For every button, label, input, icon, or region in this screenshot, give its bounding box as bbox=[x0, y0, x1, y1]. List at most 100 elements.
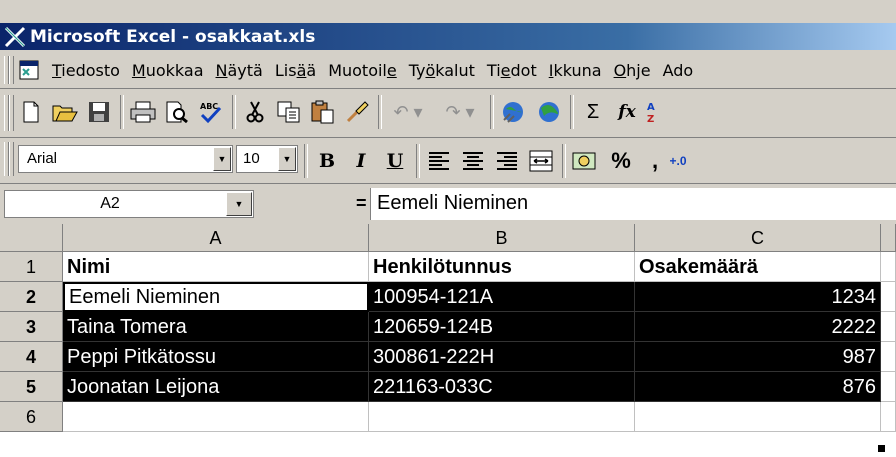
menu-tyokalut[interactable]: Työkalut bbox=[403, 61, 481, 80]
new-icon[interactable] bbox=[16, 97, 46, 127]
select-all-corner[interactable] bbox=[0, 224, 63, 252]
bold-label: B bbox=[318, 150, 336, 172]
align-right-icon[interactable] bbox=[492, 146, 522, 176]
cell-a3[interactable]: Taina Tomera bbox=[63, 312, 369, 342]
cell-c5[interactable]: 876 bbox=[635, 372, 881, 402]
menu-lisaa[interactable]: Lisää bbox=[269, 61, 322, 80]
menu-ado[interactable]: Ado bbox=[657, 61, 700, 80]
cell-d6[interactable] bbox=[881, 402, 896, 432]
hyperlink-icon[interactable] bbox=[498, 97, 528, 127]
underline-label: U bbox=[386, 150, 404, 172]
cell-d1[interactable] bbox=[881, 252, 896, 282]
chevron-down-icon[interactable]: ▼ bbox=[213, 147, 231, 171]
chevron-down-icon[interactable]: ▼ bbox=[278, 147, 296, 171]
cell-a5[interactable]: Joonatan Leijona bbox=[63, 372, 369, 402]
formula-value: Eemeli Nieminen bbox=[377, 192, 529, 214]
worksheet-grid[interactable]: A B C 1 Nimi Henkilötunnus Osakemäärä 2 … bbox=[0, 224, 896, 457]
cell-b2[interactable]: 100954-121A bbox=[369, 282, 635, 312]
cell-d4[interactable] bbox=[881, 342, 896, 372]
menu-tiedot[interactable]: Tiedot bbox=[481, 61, 543, 80]
row-header-6[interactable]: 6 bbox=[0, 402, 63, 432]
italic-button[interactable]: I bbox=[346, 146, 376, 176]
menu-muokkaa[interactable]: Muokkaa bbox=[126, 61, 210, 80]
menu-grip-2 bbox=[9, 56, 14, 84]
menu-nayta[interactable]: Näytä bbox=[210, 61, 269, 80]
save-icon[interactable] bbox=[84, 97, 114, 127]
web-toolbar-icon[interactable] bbox=[534, 97, 564, 127]
cell-a1[interactable]: Nimi bbox=[63, 252, 369, 282]
column-header-b[interactable]: B bbox=[369, 224, 635, 252]
row-header-5[interactable]: 5 bbox=[0, 372, 63, 402]
spelling-icon[interactable]: ABC bbox=[196, 97, 226, 127]
merge-center-icon[interactable] bbox=[526, 146, 556, 176]
cell-c6[interactable] bbox=[635, 402, 881, 432]
title-bar: Microsoft Excel - osakkaat.xls bbox=[0, 0, 896, 50]
excel-icon[interactable] bbox=[4, 26, 26, 48]
toolbar-grip-2 bbox=[9, 142, 14, 176]
cell-b5[interactable]: 221163-033C bbox=[369, 372, 635, 402]
name-box[interactable]: A2 ▼ bbox=[4, 190, 254, 218]
print-icon[interactable] bbox=[128, 97, 158, 127]
sort-ascending-icon[interactable]: AZ bbox=[642, 97, 662, 127]
toolbar-separator bbox=[570, 95, 574, 129]
menu-tiedosto[interactable]: Tiedosto bbox=[46, 61, 126, 80]
print-preview-icon[interactable] bbox=[162, 97, 192, 127]
formula-equals[interactable]: = bbox=[356, 193, 367, 214]
percent-button[interactable]: % bbox=[606, 146, 636, 176]
cell-c4[interactable]: 987 bbox=[635, 342, 881, 372]
row-header-4[interactable]: 4 bbox=[0, 342, 63, 372]
fill-handle[interactable] bbox=[877, 444, 886, 453]
standard-toolbar: ABC ↶ ▾ ↷ ▾ Σ fx AZ bbox=[0, 89, 896, 138]
menu-bar: Tiedosto Muokkaa Näytä Lisää Muotoile Ty… bbox=[0, 52, 896, 89]
title-bar-strip[interactable]: Microsoft Excel - osakkaat.xls bbox=[0, 23, 896, 50]
formula-input[interactable]: Eemeli Nieminen bbox=[370, 188, 896, 220]
name-box-value: A2 bbox=[100, 195, 120, 212]
cell-c1[interactable]: Osakemäärä bbox=[635, 252, 881, 282]
cell-d2[interactable] bbox=[881, 282, 896, 312]
paste-icon[interactable] bbox=[308, 97, 338, 127]
menu-ohje[interactable]: Ohje bbox=[608, 61, 657, 80]
formula-bar: A2 ▼ = Eemeli Nieminen bbox=[0, 184, 896, 224]
row-header-2[interactable]: 2 bbox=[0, 282, 63, 312]
cell-d5[interactable] bbox=[881, 372, 896, 402]
cell-c2[interactable]: 1234 bbox=[635, 282, 881, 312]
autosum-icon[interactable]: Σ bbox=[578, 97, 608, 127]
cell-c3[interactable]: 2222 bbox=[635, 312, 881, 342]
chevron-down-icon[interactable]: ▼ bbox=[226, 192, 252, 216]
column-header-a[interactable]: A bbox=[63, 224, 369, 252]
font-name-box[interactable]: Arial ▼ bbox=[18, 145, 233, 173]
function-icon[interactable]: fx bbox=[612, 97, 642, 127]
align-center-icon[interactable] bbox=[458, 146, 488, 176]
cell-b4[interactable]: 300861-222H bbox=[369, 342, 635, 372]
cell-b3[interactable]: 120659-124B bbox=[369, 312, 635, 342]
redo-icon[interactable]: ↷ ▾ bbox=[436, 97, 484, 127]
row-header-1[interactable]: 1 bbox=[0, 252, 63, 282]
menu-muotoile[interactable]: Muotoile bbox=[322, 61, 403, 80]
bold-button[interactable]: B bbox=[312, 146, 342, 176]
comma-button[interactable]: , bbox=[640, 146, 670, 176]
row-header-3[interactable]: 3 bbox=[0, 312, 63, 342]
cell-d3[interactable] bbox=[881, 312, 896, 342]
increase-decimal-icon[interactable]: +.0 bbox=[668, 146, 688, 176]
font-size-box[interactable]: 10 ▼ bbox=[236, 145, 298, 173]
column-header-d[interactable] bbox=[881, 224, 896, 252]
cell-a6[interactable] bbox=[63, 402, 369, 432]
underline-button[interactable]: U bbox=[380, 146, 410, 176]
cut-icon[interactable] bbox=[240, 97, 270, 127]
menu-ikkuna[interactable]: Ikkuna bbox=[543, 61, 608, 80]
open-icon[interactable] bbox=[50, 97, 80, 127]
align-left-icon[interactable] bbox=[424, 146, 454, 176]
cell-a4[interactable]: Peppi Pitkätossu bbox=[63, 342, 369, 372]
column-header-c[interactable]: C bbox=[635, 224, 881, 252]
format-painter-icon[interactable] bbox=[342, 97, 372, 127]
toolbar-separator bbox=[120, 95, 124, 129]
toolbar-separator bbox=[490, 95, 494, 129]
currency-icon[interactable] bbox=[570, 146, 600, 176]
copy-icon[interactable] bbox=[274, 97, 304, 127]
cell-b6[interactable] bbox=[369, 402, 635, 432]
undo-icon[interactable]: ↶ ▾ bbox=[384, 97, 432, 127]
workbook-icon[interactable] bbox=[18, 59, 40, 81]
italic-label: I bbox=[356, 150, 366, 172]
cell-a2[interactable]: Eemeli Nieminen bbox=[63, 282, 369, 312]
cell-b1[interactable]: Henkilötunnus bbox=[369, 252, 635, 282]
